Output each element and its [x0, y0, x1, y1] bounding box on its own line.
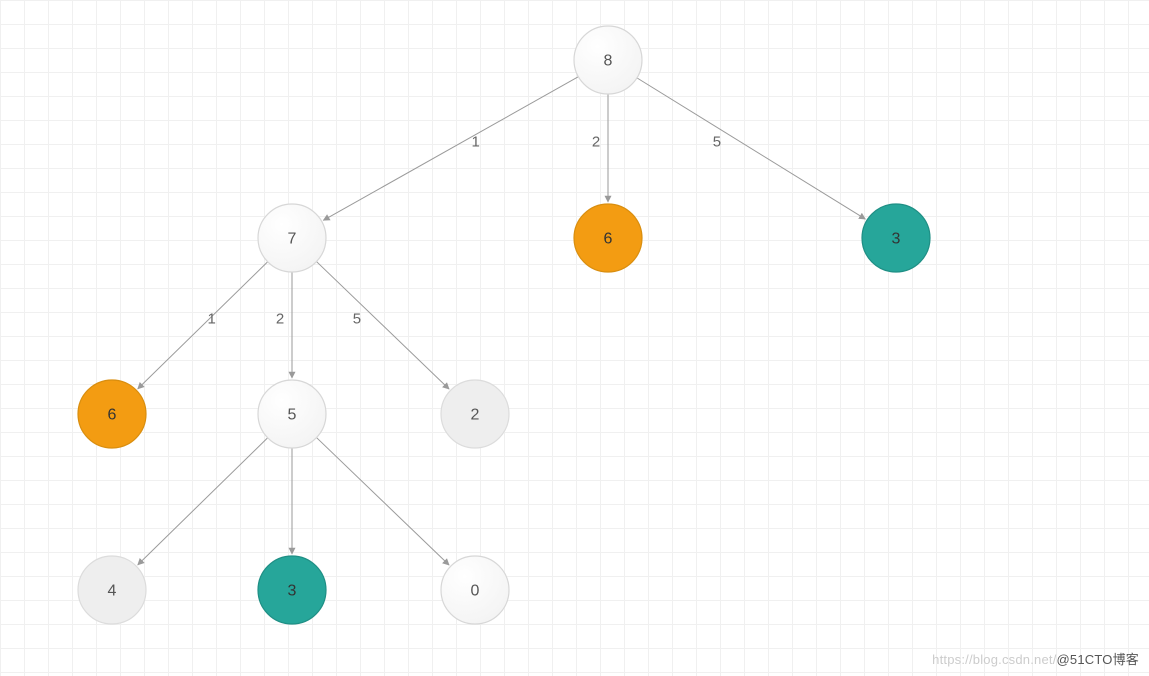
nodes-layer: 8 7 6 3 6 5 2 4 3 0: [78, 26, 930, 624]
edge-label: 1: [207, 311, 215, 328]
edge: [317, 438, 450, 565]
watermark-url: https://blog.csdn.net/: [932, 652, 1056, 667]
watermark: https://blog.csdn.net/@51CTO博客: [932, 649, 1139, 668]
tree-node: 3: [258, 556, 326, 624]
tree-node: 6: [78, 380, 146, 448]
tree-node: 0: [441, 556, 509, 624]
tree-node-label: 8: [604, 53, 613, 70]
tree-node: 5: [258, 380, 326, 448]
tree-node: 8: [574, 26, 642, 94]
watermark-text: @51CTO博客: [1057, 652, 1139, 667]
edge-label: 2: [592, 134, 600, 151]
edge: [637, 78, 865, 219]
tree-node-label: 5: [288, 407, 297, 424]
tree-node-label: 3: [288, 583, 297, 600]
edge-label: 2: [276, 311, 284, 328]
tree-node-label: 2: [471, 407, 480, 424]
edge-label: 5: [713, 134, 721, 151]
tree-node: 3: [862, 204, 930, 272]
tree-node: 4: [78, 556, 146, 624]
edge: [317, 262, 450, 389]
tree-diagram: 1 2 5 1 2 5 8 7 6 3 6 5 2 4 3 0: [0, 0, 1149, 676]
tree-node: 2: [441, 380, 509, 448]
tree-node-label: 7: [288, 231, 297, 248]
tree-node-label: 6: [604, 231, 613, 248]
edge: [323, 77, 578, 221]
tree-node-label: 6: [108, 407, 117, 424]
tree-node: 7: [258, 204, 326, 272]
edges-layer: 1 2 5 1 2 5: [138, 77, 866, 565]
edge-label: 5: [353, 311, 361, 328]
tree-node-label: 4: [108, 583, 117, 600]
edge: [138, 262, 268, 389]
tree-node-label: 0: [471, 583, 480, 600]
edge: [138, 438, 268, 565]
tree-node: 6: [574, 204, 642, 272]
tree-node-label: 3: [892, 231, 901, 248]
edge-label: 1: [472, 134, 480, 151]
